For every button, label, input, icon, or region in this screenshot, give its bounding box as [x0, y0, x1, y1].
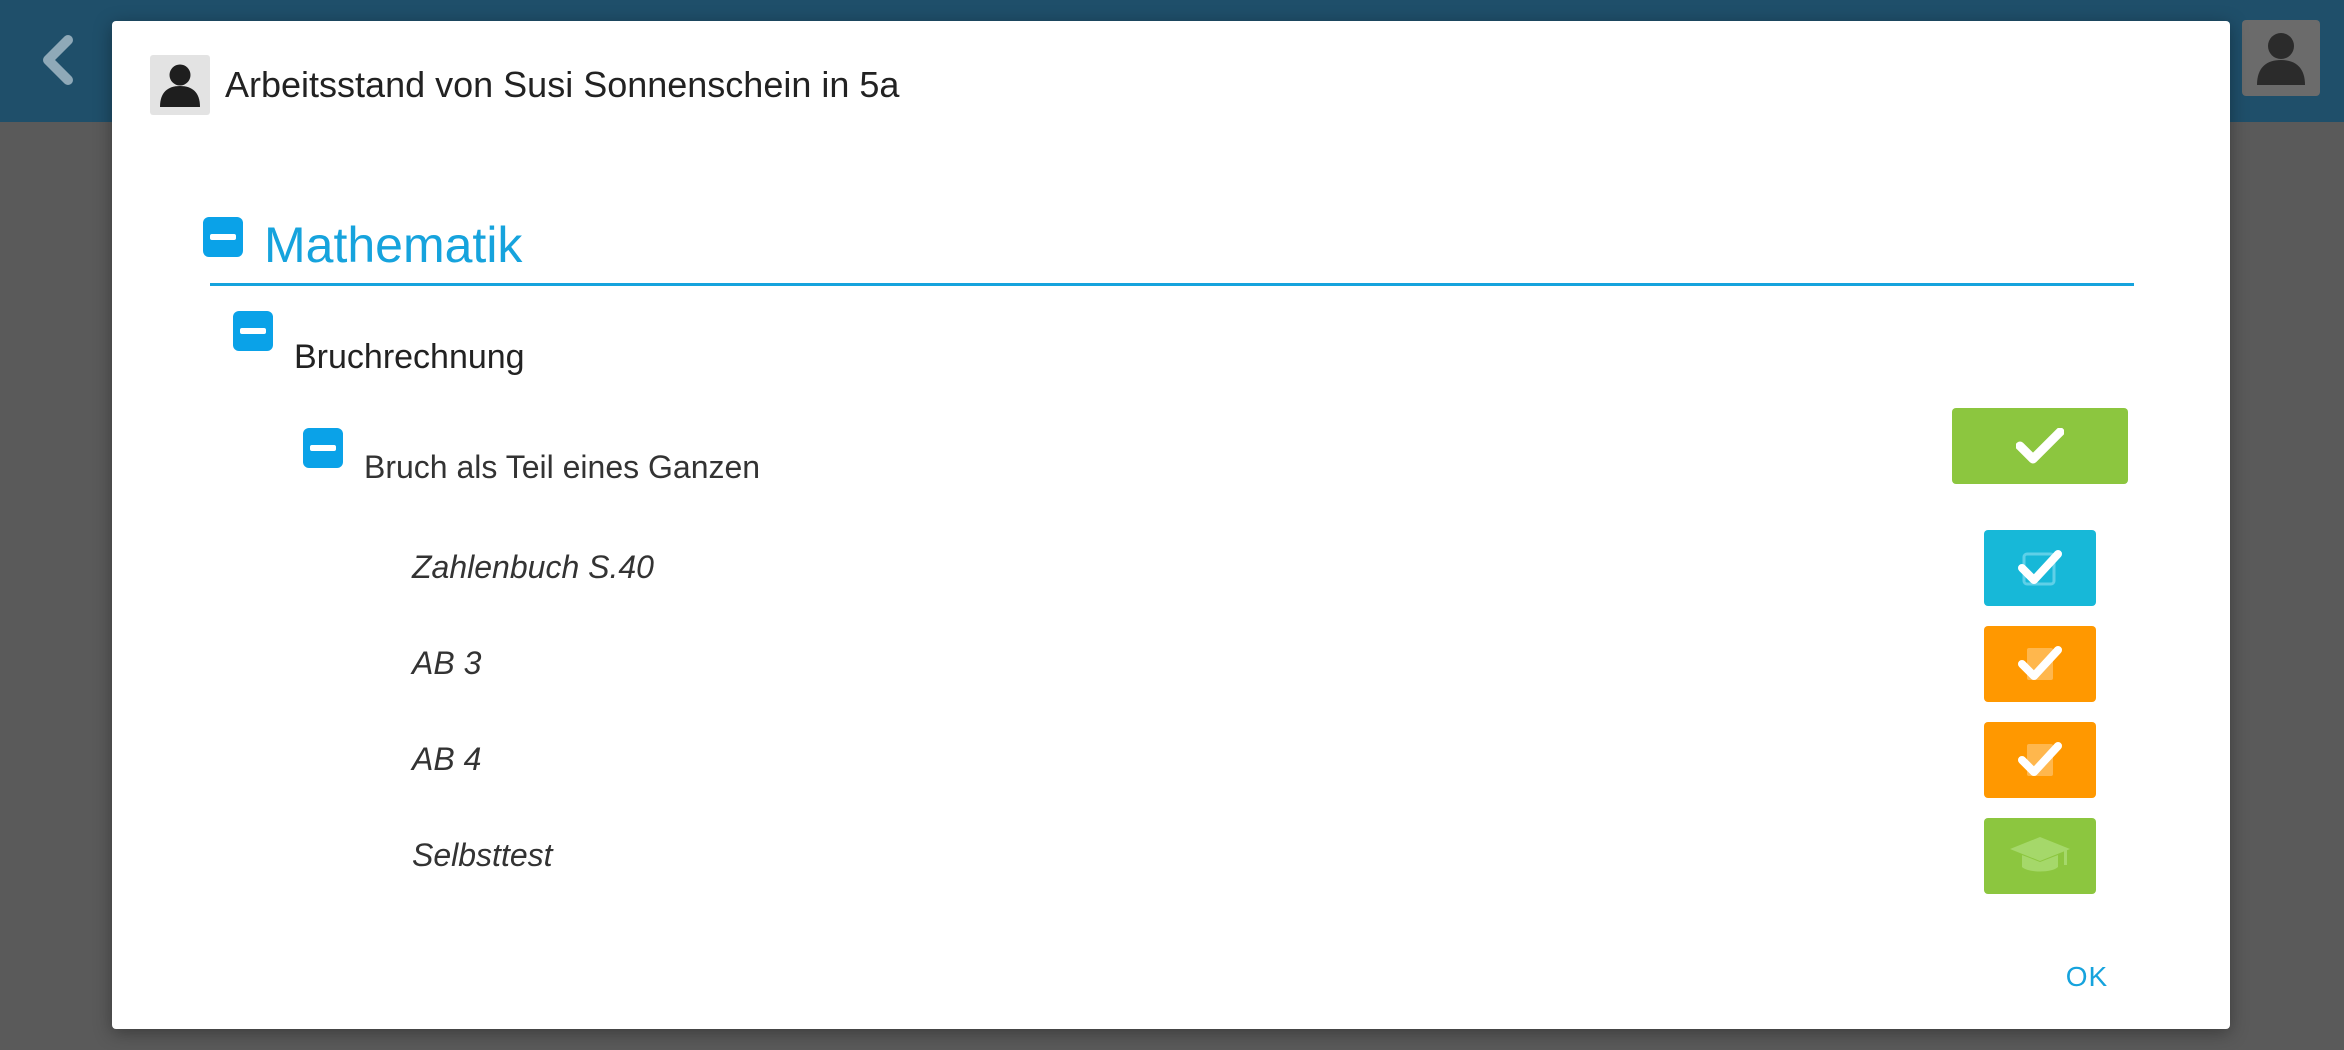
unit-status-button[interactable]	[1952, 408, 2128, 484]
user-icon	[2257, 33, 2305, 85]
check-icon	[2018, 646, 2062, 680]
minus-icon	[240, 328, 266, 334]
unit-title: Bruch als Teil eines Ganzen	[364, 449, 761, 485]
task-label: AB 3	[412, 645, 482, 681]
task-label: Selbsttest	[412, 837, 553, 873]
check-icon	[2018, 742, 2062, 776]
user-menu-button[interactable]	[2242, 20, 2320, 96]
task-status-button[interactable]	[1984, 722, 2096, 798]
back-button[interactable]	[30, 28, 86, 92]
subject-title: Mathematik	[264, 217, 523, 273]
task-status-button[interactable]	[1984, 626, 2096, 702]
subject-divider	[210, 283, 2134, 286]
minus-icon	[310, 445, 336, 451]
work-status-dialog: Arbeitsstand von Susi Sonnenschein in 5a…	[112, 21, 2230, 1029]
topic-collapse-toggle[interactable]	[233, 311, 273, 351]
task-label: AB 4	[412, 741, 482, 777]
task-status-button[interactable]	[1984, 530, 2096, 606]
user-icon	[160, 64, 200, 107]
task-label: Zahlenbuch S.40	[412, 549, 654, 585]
task-status-button[interactable]	[1984, 818, 2096, 894]
topic-title: Bruchrechnung	[294, 338, 525, 376]
unit-collapse-toggle[interactable]	[303, 428, 343, 468]
ok-button[interactable]: OK	[2052, 949, 2122, 1005]
subject-collapse-toggle[interactable]	[203, 217, 243, 257]
dialog-title: Arbeitsstand von Susi Sonnenschein in 5a	[225, 64, 900, 105]
graduation-cap-icon	[2010, 837, 2070, 872]
chevron-left-icon	[43, 35, 73, 85]
student-avatar	[150, 55, 210, 115]
minus-icon	[210, 234, 236, 240]
check-icon	[2016, 428, 2064, 464]
check-icon	[2018, 550, 2062, 586]
